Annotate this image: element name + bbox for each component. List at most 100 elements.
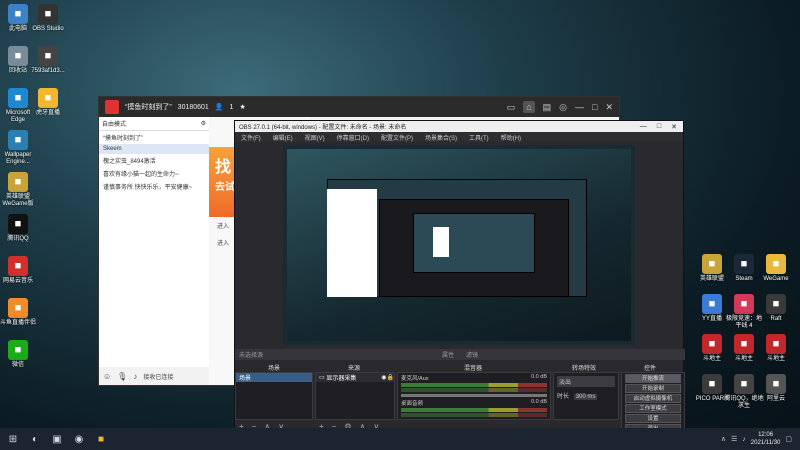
desktop-shortcut[interactable]: ■ 阿里云 xyxy=(756,374,796,403)
nested-chat-window xyxy=(327,189,377,297)
obs-menu-item[interactable]: 文件(F) xyxy=(241,133,261,142)
desktop-shortcut[interactable]: ■ 斗鱼直播伴侣 xyxy=(0,298,38,327)
desktop-shortcut[interactable]: ■ 虎牙直播 xyxy=(28,88,68,117)
obs-titlebar[interactable]: OBS 27.0.1 (64-bit, windows) - 配置文件: 未命名… xyxy=(235,121,683,132)
chat-list-item[interactable]: 槐之实虫_8494激活 xyxy=(99,154,209,167)
close-icon[interactable]: ✕ xyxy=(605,102,613,113)
wallpaper-engine-icon: ■ xyxy=(8,130,28,150)
chat-list-item[interactable]: 谨慎事务所 快快乐乐，平安健康~ xyxy=(99,180,209,193)
scene-item[interactable]: 场景 xyxy=(236,373,312,382)
obs-menu-item[interactable]: 视图(V) xyxy=(305,133,325,142)
notification-icon[interactable]: ▢ xyxy=(785,435,792,443)
chat-header[interactable]: 自由模式 ⚙ xyxy=(99,117,209,131)
obs-menubar: 文件(F) 编辑(E) 视图(V) 停靠窗口(D) 配置文件(P) 场景集合(S) 工具(T… xyxy=(235,132,683,142)
home-icon[interactable]: ⌂ xyxy=(523,101,535,113)
chat-list-item[interactable]: Skeem xyxy=(99,144,209,154)
control-button[interactable]: 开始推流 xyxy=(625,374,681,383)
obs-menu-item[interactable]: 配置文件(P) xyxy=(381,133,413,142)
chat-settings-icon[interactable]: ⚙ xyxy=(201,120,206,127)
mixer-track: 麦克风/Aux 0.0 dB xyxy=(398,373,550,398)
desktop-shortcut[interactable]: ■ 英雄联盟 WeGame版 xyxy=(0,172,38,208)
chevron-up-icon[interactable]: ∧ xyxy=(721,435,726,443)
chat-panel: 自由模式 ⚙ “摸鱼时刻到了” Skeem 槐之实虫_8494激活 喜欢有缘小猫一起的… xyxy=(99,117,209,385)
obs-menu-item[interactable]: 停靠窗口(D) xyxy=(337,133,369,142)
card-game-icon: ■ xyxy=(766,334,786,354)
shortcut-label: 7593af1d3... xyxy=(31,68,65,74)
recycle-bin-icon: ■ xyxy=(8,46,28,66)
star-icon[interactable]: ★ xyxy=(239,103,245,111)
shortcut-label: WeGame xyxy=(763,276,789,282)
source-toolbar: 未选择源 属性 滤镜 xyxy=(235,349,685,360)
edge-icon[interactable]: ◐ xyxy=(28,432,42,446)
volume-slider[interactable] xyxy=(401,394,547,397)
controls-dock: 开始推流开始录制启动虚拟摄像机工作室模式设置退出 xyxy=(621,372,685,433)
network-icon[interactable]: ☰ xyxy=(731,435,737,443)
bottom-label[interactable]: 接收已连接 xyxy=(143,372,173,381)
emoji-icon[interactable]: ☺ xyxy=(103,372,111,381)
obs-menu-item[interactable]: 场景集合(S) xyxy=(425,133,457,142)
gamepad-icon[interactable]: ◎ xyxy=(559,102,567,113)
transition-select[interactable]: 淡出 xyxy=(557,376,615,387)
system-tray: ∧ ☰ ♪ 12:06 2021/11/30 ▢ xyxy=(721,431,792,447)
live-window-titlebar[interactable]: “摸鱼时刻到了” 30180601 👤 1 ★ ▭ ⌂ ▤ ◎ — □ ✕ xyxy=(99,97,619,117)
obs-preview[interactable] xyxy=(283,145,635,345)
streamer-avatar[interactable] xyxy=(105,100,119,114)
obs-menu-item[interactable]: 编辑(E) xyxy=(273,133,293,142)
desktop-shortcut[interactable]: ■ 7593af1d3... xyxy=(28,46,68,75)
control-button[interactable]: 工作室模式 xyxy=(625,404,681,413)
shortcut-label: Wallpaper Engine... xyxy=(4,152,32,165)
transitions-dock: 淡出 时长 300 ms xyxy=(553,372,619,420)
volume-icon[interactable]: ♪ xyxy=(133,372,137,381)
room-id: 30180601 xyxy=(177,103,209,111)
forza-icon: ■ xyxy=(734,294,754,314)
desktop-shortcut[interactable]: ■ WeGame xyxy=(756,254,796,283)
desktop-shortcut[interactable]: ■ 网易云音乐 xyxy=(0,256,38,285)
audio-meter xyxy=(401,388,547,392)
raft-icon: ■ xyxy=(766,294,786,314)
maximize-icon[interactable]: □ xyxy=(592,102,597,112)
duration-field[interactable]: 300 ms xyxy=(573,394,598,400)
control-button[interactable]: 启动虚拟摄像机 xyxy=(625,394,681,403)
maximize-icon[interactable]: □ xyxy=(657,123,661,131)
selected-source-label: 未选择源 xyxy=(239,353,264,359)
windows-start-icon[interactable]: ⊞ xyxy=(6,432,20,446)
close-icon[interactable]: ✕ xyxy=(671,123,677,131)
audio-meter xyxy=(401,383,547,387)
mixer-dock: 麦克风/Aux 0.0 dB 桌面音频 0.0 dB xyxy=(397,372,551,420)
huya-icon[interactable]: ■ xyxy=(94,432,108,446)
minimize-icon[interactable]: — xyxy=(640,123,647,131)
shortcut-label: OBS Studio xyxy=(32,26,64,32)
list-icon[interactable]: ▤ xyxy=(543,102,552,113)
chat-list-item[interactable]: “摸鱼时刻到了” xyxy=(99,131,209,144)
control-button[interactable]: 开始录制 xyxy=(625,384,681,393)
mic-icon[interactable]: 🎙 xyxy=(117,372,127,381)
obs-icon[interactable]: ◉ xyxy=(72,432,86,446)
filters-button[interactable]: 滤镜 xyxy=(466,350,478,359)
desktop-shortcut[interactable]: ■ 微信 xyxy=(0,340,38,369)
sources-header: 来源 xyxy=(347,366,360,372)
desktop-shortcut[interactable]: ■ 腾讯QQ xyxy=(0,214,38,243)
volume-icon[interactable]: ♪ xyxy=(742,436,746,443)
minimize-icon[interactable]: — xyxy=(575,102,584,112)
clock[interactable]: 12:06 2021/11/30 xyxy=(751,431,781,447)
properties-button[interactable]: 属性 xyxy=(442,350,454,359)
obs-window[interactable]: OBS 27.0.1 (64-bit, windows) - 配置文件: 未命名… xyxy=(234,120,685,433)
obs-menu-item[interactable]: 帮助(H) xyxy=(501,133,521,142)
preview-desktop-capture xyxy=(287,149,631,341)
obs-menu-item[interactable]: 工具(T) xyxy=(469,133,489,142)
control-button[interactable]: 设置 xyxy=(625,414,681,423)
desktop-shortcut[interactable]: ■ OBS Studio xyxy=(28,4,68,33)
desktop-shortcut[interactable]: ■ 斗地主 xyxy=(756,334,796,363)
desktop-shortcut[interactable]: ■ Raft xyxy=(756,294,796,323)
source-item[interactable]: ▭ 显示器采集 ◉ 🔒 xyxy=(316,373,394,382)
desktop-shortcut[interactable]: ■ Wallpaper Engine... xyxy=(0,130,38,166)
screen-icon[interactable]: ▭ xyxy=(507,102,516,113)
computer-icon: ■ xyxy=(8,4,28,24)
mixer-header: 混音器 xyxy=(463,366,482,372)
pico-park-icon: ■ xyxy=(702,374,722,394)
file-explorer-icon[interactable]: ▣ xyxy=(50,432,64,446)
audio-meter xyxy=(401,408,547,412)
controls-header: 控件 xyxy=(643,366,656,372)
lock-icon[interactable]: 🔒 xyxy=(387,374,394,381)
chat-list-item[interactable]: 喜欢有缘小猫一起的生命力~ xyxy=(99,167,209,180)
